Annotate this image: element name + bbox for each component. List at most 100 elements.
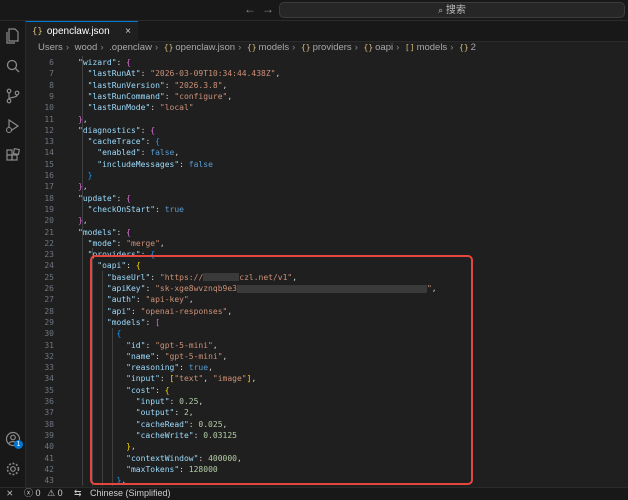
code-text: }, (78, 216, 88, 226)
title-bar: ← → ⌕ 搜索 (0, 0, 628, 21)
extensions-icon[interactable] (5, 147, 21, 164)
line-number: 11 (44, 114, 54, 124)
code-line[interactable]: 19 "checkOnStart": true (26, 205, 628, 216)
code-text: "mode": "merge", (87, 238, 165, 248)
code-text: "lastRunCommand": "configure", (87, 91, 233, 101)
code-line[interactable]: 9 "lastRunCommand": "configure", (26, 92, 628, 103)
line-number: 42 (44, 464, 54, 474)
line-number: 43 (44, 476, 54, 486)
code-text: "update": { (78, 193, 131, 203)
command-center-search[interactable]: ⌕ 搜索 (279, 2, 625, 18)
breadcrumb-item[interactable]: .openclaw (109, 42, 152, 53)
error-icon: ⓧ (24, 488, 34, 498)
search-icon: ⌕ (438, 5, 444, 15)
code-line[interactable]: 7 "lastRunAt": "2026-03-09T10:34:44.438Z… (26, 69, 628, 80)
line-number: 34 (44, 374, 54, 384)
breadcrumb-item[interactable]: Users (38, 42, 63, 53)
code-line[interactable]: 18 "update": { (26, 194, 628, 205)
line-number: 23 (44, 250, 54, 260)
line-number: 25 (44, 272, 54, 282)
line-number: 36 (44, 397, 54, 406)
code-line[interactable]: 16 } (26, 171, 628, 182)
code-line[interactable]: 13 "cacheTrace": { (26, 137, 628, 148)
line-number: 9 (49, 91, 54, 101)
code-text: "includeMessages": false (97, 159, 213, 169)
warning-icon: ⚠ (47, 488, 56, 498)
line-number: 13 (44, 137, 54, 147)
line-number: 27 (44, 295, 54, 305)
line-number: 39 (44, 430, 54, 440)
code-line[interactable]: 21 "models": { (26, 228, 628, 239)
code-text: "lastRunAt": "2026-03-09T10:34:44.438Z", (87, 69, 281, 79)
breadcrumb-item[interactable]: models (259, 42, 290, 53)
code-line[interactable]: 17}, (26, 182, 628, 193)
error-count: 0 (35, 488, 41, 498)
code-text: } (87, 171, 93, 180)
back-arrow-icon[interactable]: ← (244, 2, 256, 16)
source-control-icon[interactable] (5, 88, 21, 104)
breadcrumb-item[interactable]: 2 (471, 42, 476, 53)
breadcrumb-item[interactable]: openclaw.json (175, 42, 235, 53)
line-number: 22 (44, 238, 54, 248)
forward-arrow-icon[interactable]: → (262, 2, 274, 16)
search-label: 搜索 (445, 5, 466, 16)
code-line[interactable]: 10 "lastRunMode": "local" (26, 103, 628, 114)
translate-icon[interactable]: ⇆ (74, 488, 82, 499)
accounts-icon[interactable]: 1 (5, 431, 23, 449)
accounts-badge: 1 (14, 440, 23, 449)
activity-bar: 1 (0, 21, 26, 487)
line-number: 15 (44, 159, 54, 169)
line-number: 29 (44, 317, 54, 327)
code-line[interactable]: 12 "diagnostics": { (26, 126, 628, 137)
problems-indicator[interactable]: ⓧ 0 ⚠ 0 (24, 488, 63, 499)
json-file-icon: {} (163, 43, 174, 52)
code-text: "checkOnStart": true (87, 204, 184, 214)
code-line[interactable]: 22 "mode": "merge", (26, 239, 628, 250)
breadcrumb-item[interactable]: providers (313, 42, 352, 53)
code-line[interactable]: 15 "includeMessages": false (26, 160, 628, 171)
close-icon[interactable]: × (125, 22, 131, 41)
code-text: }, (78, 114, 88, 124)
line-number: 24 (44, 261, 54, 271)
run-debug-icon[interactable] (5, 118, 21, 134)
search-icon[interactable] (5, 58, 21, 74)
line-number: 17 (44, 182, 54, 192)
line-number: 20 (44, 216, 54, 226)
breadcrumb-item[interactable]: models (417, 42, 448, 53)
breadcrumb-item[interactable]: wood (75, 42, 98, 53)
line-number: 40 (44, 442, 54, 452)
code-line[interactable]: 6 "wizard": { (26, 58, 628, 69)
code-line[interactable]: 20}, (26, 216, 628, 227)
line-number: 28 (44, 306, 54, 316)
oapi-highlight-box (90, 255, 473, 485)
editor-tab-bar: {} openclaw.json × (26, 21, 628, 42)
code-line[interactable]: 8 "lastRunVersion": "2026.3.8", (26, 81, 628, 92)
code-text: "models": { (78, 227, 131, 237)
code-text: "lastRunMode": "local" (87, 103, 194, 113)
explorer-icon[interactable] (5, 28, 21, 44)
line-number: 33 (44, 363, 54, 373)
object-icon: {} (300, 43, 311, 52)
code-line[interactable]: 14 "enabled": false, (26, 148, 628, 159)
code-text: "enabled": false, (97, 148, 180, 158)
breadcrumb-item[interactable]: oapi (375, 42, 393, 53)
line-number: 12 (44, 125, 54, 135)
line-number: 41 (44, 453, 54, 463)
code-text: }, (78, 182, 88, 192)
language-status[interactable]: Chinese (Simplified) (90, 488, 171, 499)
object-icon: {} (363, 43, 374, 52)
code-text: "wizard": { (78, 58, 131, 67)
line-number: 31 (44, 340, 54, 350)
line-number: 32 (44, 351, 54, 361)
object-icon: {} (246, 43, 257, 52)
code-text: "diagnostics": { (78, 125, 156, 135)
object-icon: {} (459, 43, 469, 52)
status-bar: ⨯ ⓧ 0 ⚠ 0 ⇆ Chinese (Simplified) (0, 487, 628, 500)
line-number: 37 (44, 408, 54, 418)
line-number: 35 (44, 385, 54, 395)
tab-openclaw-json[interactable]: {} openclaw.json × (26, 21, 138, 42)
code-line[interactable]: 11}, (26, 115, 628, 126)
remote-icon[interactable]: ⨯ (6, 488, 14, 499)
line-number: 38 (44, 419, 54, 429)
manage-gear-icon[interactable] (5, 461, 21, 477)
